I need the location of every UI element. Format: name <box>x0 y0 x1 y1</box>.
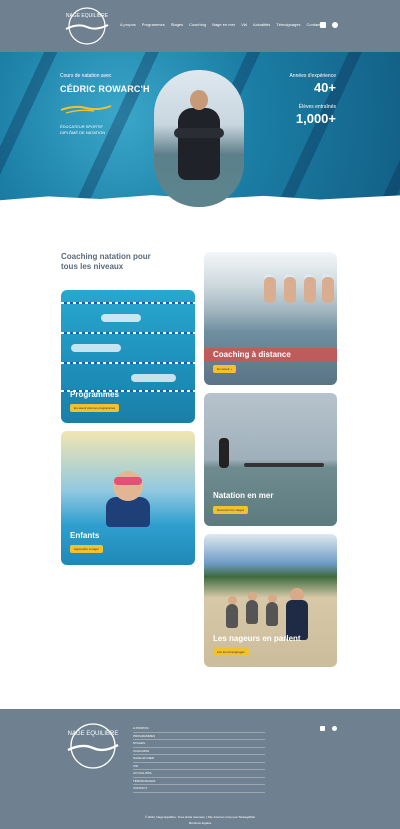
footer-link-contact[interactable]: CONTACT <box>133 785 265 793</box>
stat-value-experience: 40+ <box>313 80 336 95</box>
site-logo[interactable]: NAGE EQUILIBRE <box>60 5 114 47</box>
footer-link-a-propos[interactable]: A PROPOS <box>133 725 265 733</box>
stat-label-students: Élèves entraînés <box>298 104 336 110</box>
footer-link-actualites[interactable]: ACTUALITÉS <box>133 770 265 778</box>
card-title: Programmes <box>70 390 119 399</box>
hero-underline-decoration <box>60 105 112 114</box>
card-button[interactable]: En savoir plus les programmes <box>70 404 120 412</box>
footer-link-coaching[interactable]: COACHING <box>133 748 265 755</box>
nav-item-coaching[interactable]: Coaching <box>189 22 206 27</box>
instagram-icon[interactable] <box>320 22 326 28</box>
footer-facebook-icon[interactable] <box>332 726 337 731</box>
card-title: Les nageurs en parlent <box>213 634 301 643</box>
footer-links: A PROPOS PROGRAMMES STAGES COACHING NAGE… <box>133 725 265 793</box>
card-title: Enfants <box>70 531 100 540</box>
coach-portrait <box>154 70 244 207</box>
facebook-icon[interactable] <box>332 22 338 28</box>
card-les-nageurs-en-parlent[interactable]: Les nageurs en parlent Lire les témoigna… <box>204 534 337 667</box>
card-title: Natation en mer <box>213 491 274 500</box>
hero-kicker: Cours de natation avec <box>60 73 112 79</box>
card-button[interactable]: Lire les témoignages <box>213 648 249 656</box>
coaching-section-title: Coaching natation pour tous les niveaux <box>61 252 151 271</box>
nav-item-a-propos[interactable]: A propos <box>120 22 136 27</box>
nav-item-vid[interactable]: Vid <box>241 22 247 27</box>
nav-item-nage-en-mer[interactable]: Nage en mer <box>212 22 235 27</box>
hero-name: CÉDRIC ROWARC'H <box>60 84 150 94</box>
footer-link-programmes[interactable]: PROGRAMMES <box>133 733 265 740</box>
footer-logo[interactable]: NAGE EQUILIBRE <box>60 721 126 771</box>
nav-item-temoignages[interactable]: Témoignages <box>276 22 300 27</box>
card-button[interactable]: Découvrir les stages <box>213 506 249 514</box>
footer-instagram-icon[interactable] <box>320 726 325 731</box>
nav-item-actualites[interactable]: Actualités <box>253 22 270 27</box>
credit-link[interactable]: Mentions légales <box>0 821 400 825</box>
site-header: NAGE EQUILIBRE A propos Programmes Stage… <box>0 0 400 52</box>
card-coaching-a-distance[interactable]: Coaching à distance En savoir + <box>204 252 337 385</box>
card-title: Coaching à distance <box>213 350 291 359</box>
card-enfants[interactable]: Enfants Apprendre à nager <box>61 431 195 565</box>
footer-link-vid[interactable]: VID <box>133 763 265 770</box>
site-footer: NAGE EQUILIBRE A PROPOS PROGRAMMES STAGE… <box>0 709 400 829</box>
nav-item-stages[interactable]: Stages <box>171 22 183 27</box>
card-natation-en-mer[interactable]: Natation en mer Découvrir les stages <box>204 393 337 526</box>
hero-role: ÉDUCATEUR SPORTIF DIPLÔMÉ DE NATATION <box>60 124 106 135</box>
copyright-text: © 2022, Nage Equilibre. Tous droits rése… <box>144 815 256 819</box>
card-programmes[interactable]: Programmes En savoir plus les programmes <box>61 290 195 423</box>
footer-logo-text: NAGE EQUILIBRE <box>68 731 119 737</box>
nav-item-contact[interactable]: Contact <box>307 22 321 27</box>
stat-label-experience: Années d'expérience <box>289 73 336 79</box>
footer-link-stages[interactable]: STAGES <box>133 740 265 748</box>
footer-link-temoignages[interactable]: TÉMOIGNAGES <box>133 778 265 785</box>
logo-text: NAGE EQUILIBRE <box>66 13 109 19</box>
nav-item-programmes[interactable]: Programmes <box>142 22 165 27</box>
footer-link-nage-en-mer[interactable]: NAGE EN MER <box>133 755 265 763</box>
main-nav: A propos Programmes Stages Coaching Nage… <box>120 22 320 27</box>
card-button[interactable]: Apprendre à nager <box>70 545 104 553</box>
stat-value-students: 1,000+ <box>295 111 336 126</box>
card-button[interactable]: En savoir + <box>213 365 237 373</box>
